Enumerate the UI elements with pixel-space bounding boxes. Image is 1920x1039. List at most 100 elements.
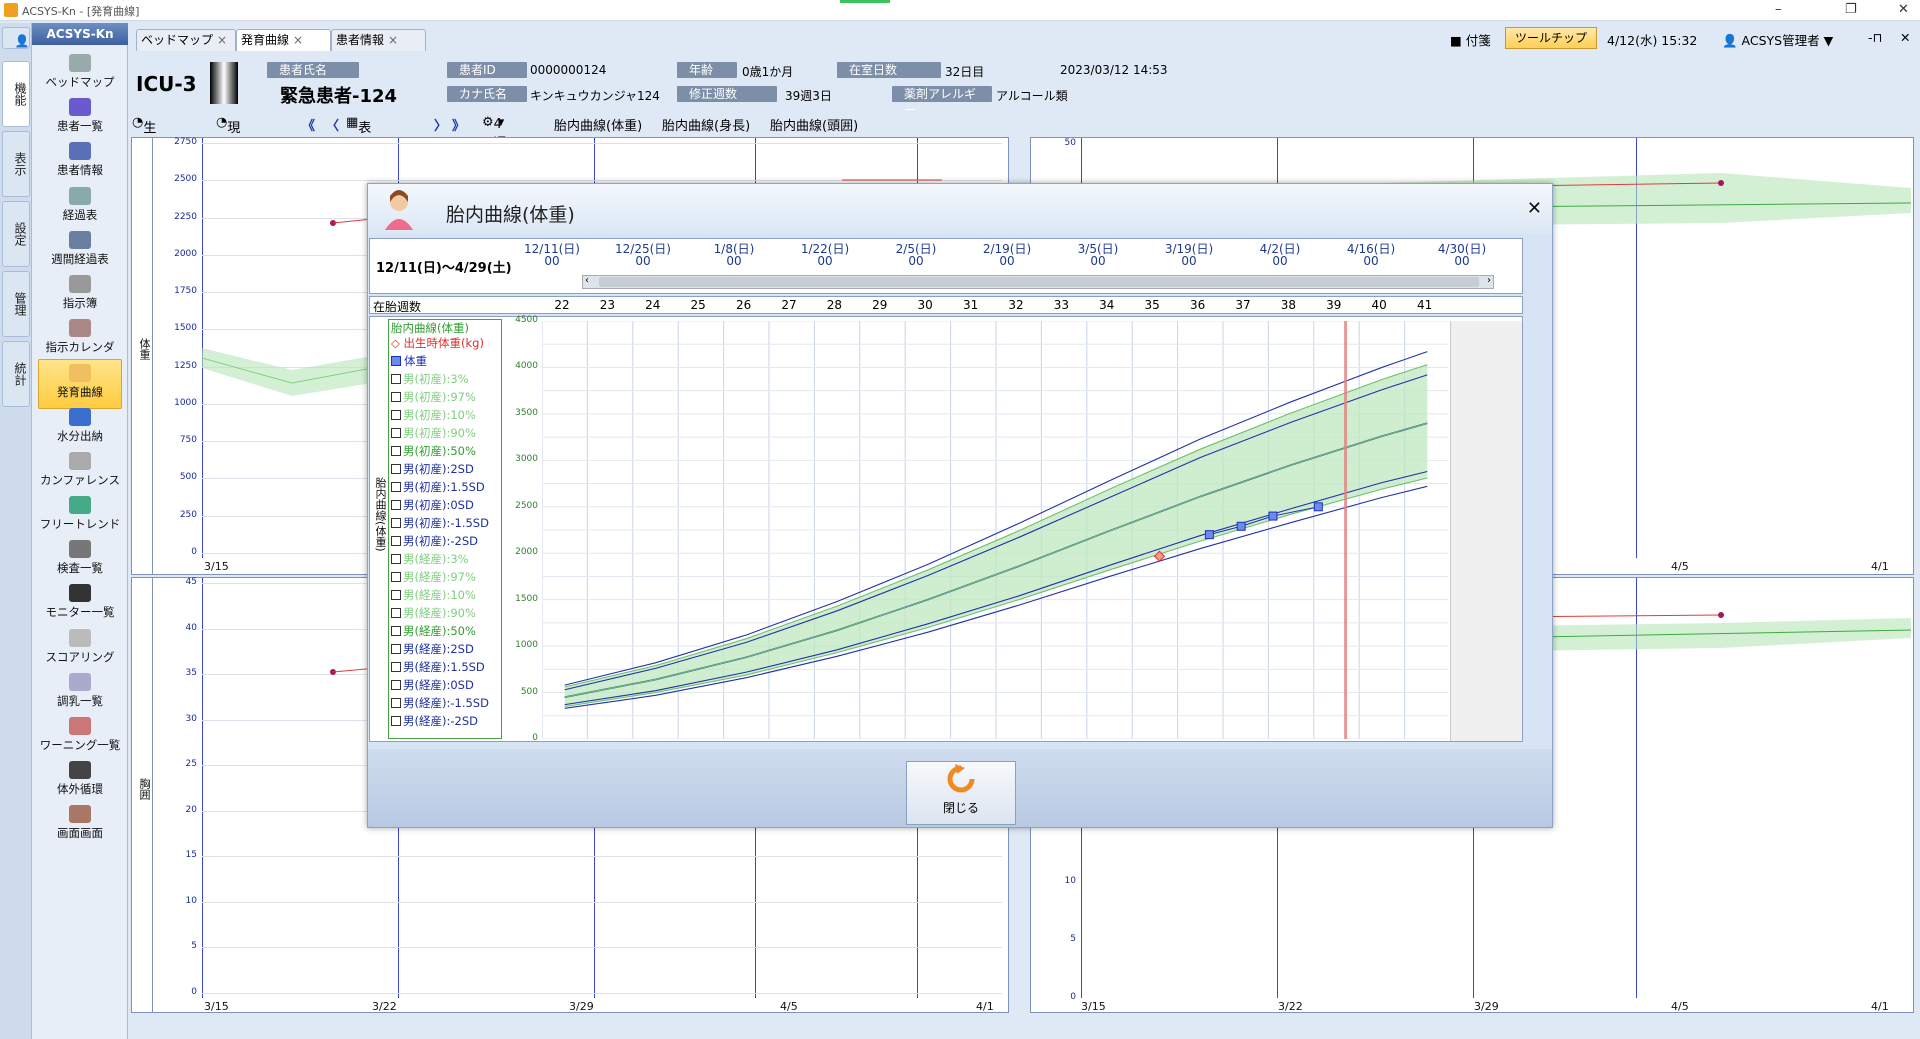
nav-tab-function[interactable]: 機能 [2, 61, 30, 127]
tab-bedmap[interactable]: ベッドマップ × [136, 29, 236, 51]
sidebar-item-11[interactable]: 検査一覧 [38, 536, 122, 586]
birthdate-button[interactable]: ◔生年月日 [132, 115, 156, 193]
legend-item[interactable]: 男(初産):90% [391, 426, 476, 440]
legend-item[interactable]: 男(経産):97% [391, 570, 476, 584]
legend-checkbox[interactable] [391, 644, 401, 654]
legend-item[interactable]: 男(経産):0SD [391, 678, 474, 692]
user-menu[interactable]: 👤 ACSYS管理者 ▼ [1722, 30, 1833, 49]
legend-item[interactable]: 男(初産):-1.5SD [391, 516, 489, 530]
legend-checkbox[interactable] [391, 428, 401, 438]
scroll-left-icon[interactable]: ‹ [585, 275, 589, 286]
tab-close-icon[interactable]: × [217, 33, 227, 47]
sidebar-item-12[interactable]: モニター一覧 [38, 580, 122, 630]
dialog-close-icon[interactable]: ✕ [1527, 198, 1542, 219]
legend-item[interactable]: 体重 [391, 354, 427, 368]
display-date-button[interactable]: ▦表示日付 [346, 115, 371, 193]
sidebar-item-9[interactable]: カンファレンス [38, 448, 122, 498]
legend-checkbox[interactable] [391, 662, 401, 672]
sidebar-item-13[interactable]: スコアリング [38, 625, 122, 675]
legend-checkbox[interactable] [391, 680, 401, 690]
legend-item[interactable]: 男(経産):-2SD [391, 714, 478, 728]
period-select[interactable]: ⚙4週 ▾ [482, 115, 507, 151]
legend-item[interactable]: 男(経産):1.5SD [391, 660, 485, 674]
legend-checkbox[interactable] [391, 374, 401, 384]
legend-item[interactable]: 男(経産):2SD [391, 642, 474, 656]
tab-patient-info[interactable]: 患者情報 × [331, 29, 426, 51]
tab-growth[interactable]: 発育曲線 × [236, 29, 331, 51]
legend-checkbox[interactable] [391, 482, 401, 492]
legend-item[interactable]: 男(経産):50% [391, 624, 476, 638]
legend-item[interactable]: 男(経産):3% [391, 552, 469, 566]
scroll-right-icon[interactable]: › [1487, 275, 1491, 286]
sidebar-item-5[interactable]: 指示簿 [38, 271, 122, 321]
legend-item[interactable]: 男(経産):10% [391, 588, 476, 602]
nav-tab-display[interactable]: 表示 [2, 131, 30, 197]
legend-item[interactable]: 男(経産):90% [391, 606, 476, 620]
legend-item[interactable]: 男(初産):97% [391, 390, 476, 404]
next-fast-icon[interactable]: 》 [452, 115, 465, 134]
minimize-icon[interactable]: – [1775, 2, 1782, 17]
legend-checkbox[interactable] [391, 590, 401, 600]
legend-checkbox[interactable] [391, 608, 401, 618]
memo-button[interactable]: ■ 付箋 [1450, 30, 1491, 49]
legend-checkbox[interactable] [391, 464, 401, 474]
sidebar-item-7[interactable]: 発育曲線 [38, 359, 122, 410]
legend-checkbox[interactable] [391, 626, 401, 636]
legend-checkbox[interactable] [391, 572, 401, 582]
height-curve-button[interactable]: 胎内曲線(身長) [662, 115, 750, 134]
prev-icon[interactable]: 〈 [326, 115, 339, 134]
legend-checkbox[interactable] [391, 716, 401, 726]
legend-checkbox[interactable] [391, 518, 401, 528]
nav-tab-manage[interactable]: 管理 [2, 271, 30, 337]
nav-tab-settings[interactable]: 設定 [2, 201, 30, 267]
tooltip-toggle-button[interactable]: ツールチップ [1505, 27, 1597, 49]
sidebar-item-1[interactable]: 患者一覧 [38, 94, 122, 144]
sidebar-item-17[interactable]: 画面画面 [38, 801, 122, 851]
close-tab-icon[interactable]: ✕ [1900, 30, 1910, 45]
nav-tab-stats[interactable]: 統計 [2, 341, 30, 407]
legend-checkbox[interactable] [391, 500, 401, 510]
weight-point[interactable] [1236, 521, 1246, 531]
legend-checkbox[interactable] [391, 410, 401, 420]
sidebar-item-8[interactable]: 水分出納 [38, 404, 122, 454]
close-dialog-button[interactable]: 閉じる [906, 761, 1016, 825]
weight-point[interactable] [1313, 502, 1323, 512]
prev-fast-icon[interactable]: 《 [302, 115, 315, 134]
nav-home-icon[interactable]: 👤 [2, 27, 30, 49]
scroll-thumb[interactable] [599, 277, 1479, 287]
next-icon[interactable]: 〉 [434, 115, 447, 134]
sidebar-item-2[interactable]: 患者情報 [38, 138, 122, 188]
now-button[interactable]: ◔現在時刻 [216, 115, 240, 193]
tab-close-icon[interactable]: × [388, 33, 398, 47]
sidebar-item-3[interactable]: 経過表 [38, 183, 122, 233]
legend-checkbox[interactable] [391, 536, 401, 546]
legend-item[interactable]: 男(初産):0SD [391, 498, 474, 512]
close-window-icon[interactable]: ✕ [1898, 2, 1909, 17]
sidebar-item-15[interactable]: ワーニング一覧 [38, 713, 122, 763]
sidebar-item-10[interactable]: フリートレンド [38, 492, 122, 542]
legend-item[interactable]: 男(初産):10% [391, 408, 476, 422]
legend-checkbox[interactable] [391, 554, 401, 564]
date-scrollbar[interactable]: ‹ › [582, 275, 1494, 289]
sidebar-item-16[interactable]: 体外循環 [38, 757, 122, 807]
legend-item[interactable]: 男(初産):50% [391, 444, 476, 458]
legend-checkbox[interactable] [391, 698, 401, 708]
legend-item[interactable]: ◇ 出生時体重(kg) [391, 336, 484, 350]
sidebar-item-6[interactable]: 指示カレンダ [38, 315, 122, 365]
head-curve-button[interactable]: 胎内曲線(頭囲) [770, 115, 858, 134]
sidebar-item-4[interactable]: 週間経過表 [38, 227, 122, 277]
legend-checkbox[interactable] [391, 446, 401, 456]
legend-item[interactable]: 男(初産):2SD [391, 462, 474, 476]
sidebar-item-14[interactable]: 調乳一覧 [38, 669, 122, 719]
legend-item[interactable]: 男(経産):-1.5SD [391, 696, 489, 710]
weight-curve-button[interactable]: 胎内曲線(体重) [554, 115, 642, 134]
legend-item[interactable]: 男(初産):-2SD [391, 534, 478, 548]
sidebar-item-0[interactable]: ベッドマップ [38, 50, 122, 100]
weight-point[interactable] [1268, 511, 1278, 521]
tab-close-icon[interactable]: × [293, 33, 303, 47]
legend-checkbox[interactable] [391, 392, 401, 402]
legend-item[interactable]: 男(初産):3% [391, 372, 469, 386]
weight-point[interactable] [1204, 530, 1214, 540]
restore-icon[interactable]: ❐ [1845, 2, 1857, 17]
legend-item[interactable]: 男(初産):1.5SD [391, 480, 485, 494]
